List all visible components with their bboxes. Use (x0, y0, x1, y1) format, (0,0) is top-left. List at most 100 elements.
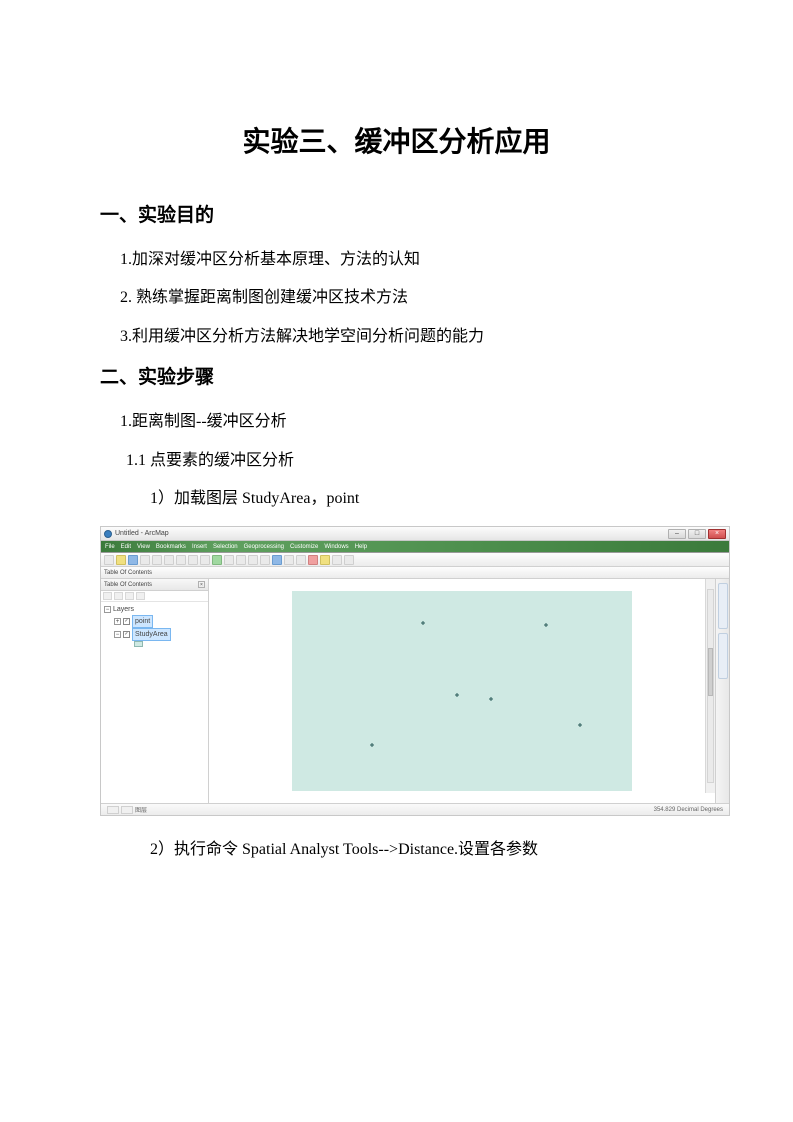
python-icon[interactable] (332, 555, 342, 565)
find-icon[interactable] (284, 555, 294, 565)
arcmap-app-icon (104, 530, 112, 538)
step-1-1: 1.1 点要素的缓冲区分析 (100, 442, 693, 480)
search-tab[interactable] (718, 633, 728, 679)
view-label: 图层 (135, 805, 147, 814)
objective-item-3: 3.利用缓冲区分析方法解决地学空间分析问题的能力 (100, 318, 693, 356)
arcmap-body: Table Of Contents × − Layers (101, 579, 729, 803)
vertical-scrollbar[interactable] (705, 579, 715, 793)
arcmap-tools-toolbar: Table Of Contents (101, 567, 729, 579)
arcmap-standard-toolbar (101, 553, 729, 567)
arcmap-screenshot: Untitled - ArcMap – □ × File Edit View B… (100, 526, 693, 816)
undo-icon[interactable] (188, 555, 198, 565)
toc-title-text: Table Of Contents (104, 582, 152, 588)
menu-edit[interactable]: Edit (121, 544, 131, 550)
menu-customize[interactable]: Customize (290, 544, 318, 550)
model-icon[interactable] (344, 555, 354, 565)
page-title: 实验三、缓冲区分析应用 (100, 120, 693, 160)
section-2-heading: 二、实验步骤 (100, 362, 693, 389)
section-1-heading: 一、实验目的 (100, 200, 693, 227)
step-1-1-1-layers: StudyArea，point (242, 490, 359, 507)
menu-windows[interactable]: Windows (324, 544, 348, 550)
toc-label: Table Of Contents (104, 570, 152, 576)
expand-icon[interactable]: + (114, 618, 121, 625)
map-view[interactable] (209, 579, 715, 803)
window-maximize-button[interactable]: □ (688, 529, 706, 539)
toc-tree: − Layers + ✓ point − ✓ (101, 602, 208, 649)
step-1-1-1: 1）加载图层 StudyArea，point (100, 480, 693, 518)
catalog-icon[interactable] (320, 555, 330, 565)
right-dock-tabs (715, 579, 729, 803)
menu-help[interactable]: Help (355, 544, 367, 550)
toc-layers-root[interactable]: − Layers (104, 604, 205, 615)
point-feature-6 (578, 723, 582, 727)
new-icon[interactable] (104, 555, 114, 565)
point-feature-4 (489, 697, 493, 701)
step-2-prefix: 2）执行命令 (150, 841, 242, 858)
zoom-out-icon[interactable] (236, 555, 246, 565)
cut-icon[interactable] (152, 555, 162, 565)
point-feature-3 (455, 693, 459, 697)
list-by-selection-icon[interactable] (136, 592, 145, 600)
status-coordinates: 354.829 Decimal Degrees (654, 807, 723, 813)
step-1-1-2: 2）执行命令 Spatial Analyst Tools-->Distance.… (100, 832, 693, 867)
data-view-tab[interactable] (107, 806, 119, 814)
catalog-tab[interactable] (718, 583, 728, 629)
layer-point-checkbox[interactable]: ✓ (123, 618, 130, 625)
toc-panel: Table Of Contents × − Layers (101, 579, 209, 803)
toc-layer-point[interactable]: + ✓ point (104, 615, 205, 628)
window-minimize-button[interactable]: – (668, 529, 686, 539)
menu-view[interactable]: View (137, 544, 150, 550)
point-feature-1 (421, 621, 425, 625)
toc-header: Table Of Contents × (101, 579, 208, 591)
toc-layer-studyarea-legend (104, 641, 205, 647)
copy-icon[interactable] (164, 555, 174, 565)
menu-insert[interactable]: Insert (192, 544, 207, 550)
paste-icon[interactable] (176, 555, 186, 565)
print-icon[interactable] (140, 555, 150, 565)
collapse-icon-2[interactable]: − (114, 631, 121, 638)
menu-file[interactable]: File (105, 544, 115, 550)
objective-item-1: 1.加深对缓冲区分析基本原理、方法的认知 (100, 241, 693, 279)
arcmap-statusbar: 图层 354.829 Decimal Degrees (101, 803, 729, 815)
objective-item-2: 2. 熟练掌握距离制图创建缓冲区技术方法 (100, 279, 693, 317)
toolbox-icon[interactable] (308, 555, 318, 565)
studyarea-legend-swatch (134, 641, 143, 647)
pan-icon[interactable] (248, 555, 258, 565)
layer-studyarea-label: StudyArea (132, 628, 171, 641)
arcmap-window-title: Untitled - ArcMap (115, 530, 169, 537)
step-1-1-1-prefix: 1）加载图层 (150, 490, 242, 507)
toc-layer-studyarea[interactable]: − ✓ StudyArea (104, 628, 205, 641)
layout-view-tab[interactable] (121, 806, 133, 814)
menu-selection[interactable]: Selection (213, 544, 238, 550)
zoom-in-icon[interactable] (224, 555, 234, 565)
studyarea-polygon (292, 591, 632, 791)
document-page: 实验三、缓冲区分析应用 一、实验目的 1.加深对缓冲区分析基本原理、方法的认知 … (0, 0, 793, 868)
arcmap-titlebar: Untitled - ArcMap – □ × (101, 527, 729, 541)
collapse-icon[interactable]: − (104, 606, 111, 613)
open-icon[interactable] (116, 555, 126, 565)
arcmap-window: Untitled - ArcMap – □ × File Edit View B… (100, 526, 730, 816)
point-feature-2 (544, 623, 548, 627)
point-feature-5 (370, 743, 374, 747)
full-extent-icon[interactable] (260, 555, 270, 565)
toc-list-by-buttons (101, 591, 208, 602)
menu-geoprocessing[interactable]: Geoprocessing (244, 544, 284, 550)
measure-icon[interactable] (296, 555, 306, 565)
list-by-visibility-icon[interactable] (125, 592, 134, 600)
layer-studyarea-checkbox[interactable]: ✓ (123, 631, 130, 638)
list-by-source-icon[interactable] (114, 592, 123, 600)
layer-point-label: point (132, 615, 153, 628)
step-1: 1.距离制图--缓冲区分析 (100, 403, 693, 441)
window-close-button[interactable]: × (708, 529, 726, 539)
layers-label: Layers (113, 604, 134, 615)
menu-bookmarks[interactable]: Bookmarks (156, 544, 186, 550)
step-2-suffix: 设置各参数 (458, 841, 538, 858)
save-icon[interactable] (128, 555, 138, 565)
add-data-icon[interactable] (212, 555, 222, 565)
toc-close-button[interactable]: × (198, 581, 205, 588)
step-2-command: Spatial Analyst Tools-->Distance. (242, 841, 458, 858)
arcmap-menubar: File Edit View Bookmarks Insert Selectio… (101, 541, 729, 553)
redo-icon[interactable] (200, 555, 210, 565)
list-by-drawing-icon[interactable] (103, 592, 112, 600)
identify-icon[interactable] (272, 555, 282, 565)
